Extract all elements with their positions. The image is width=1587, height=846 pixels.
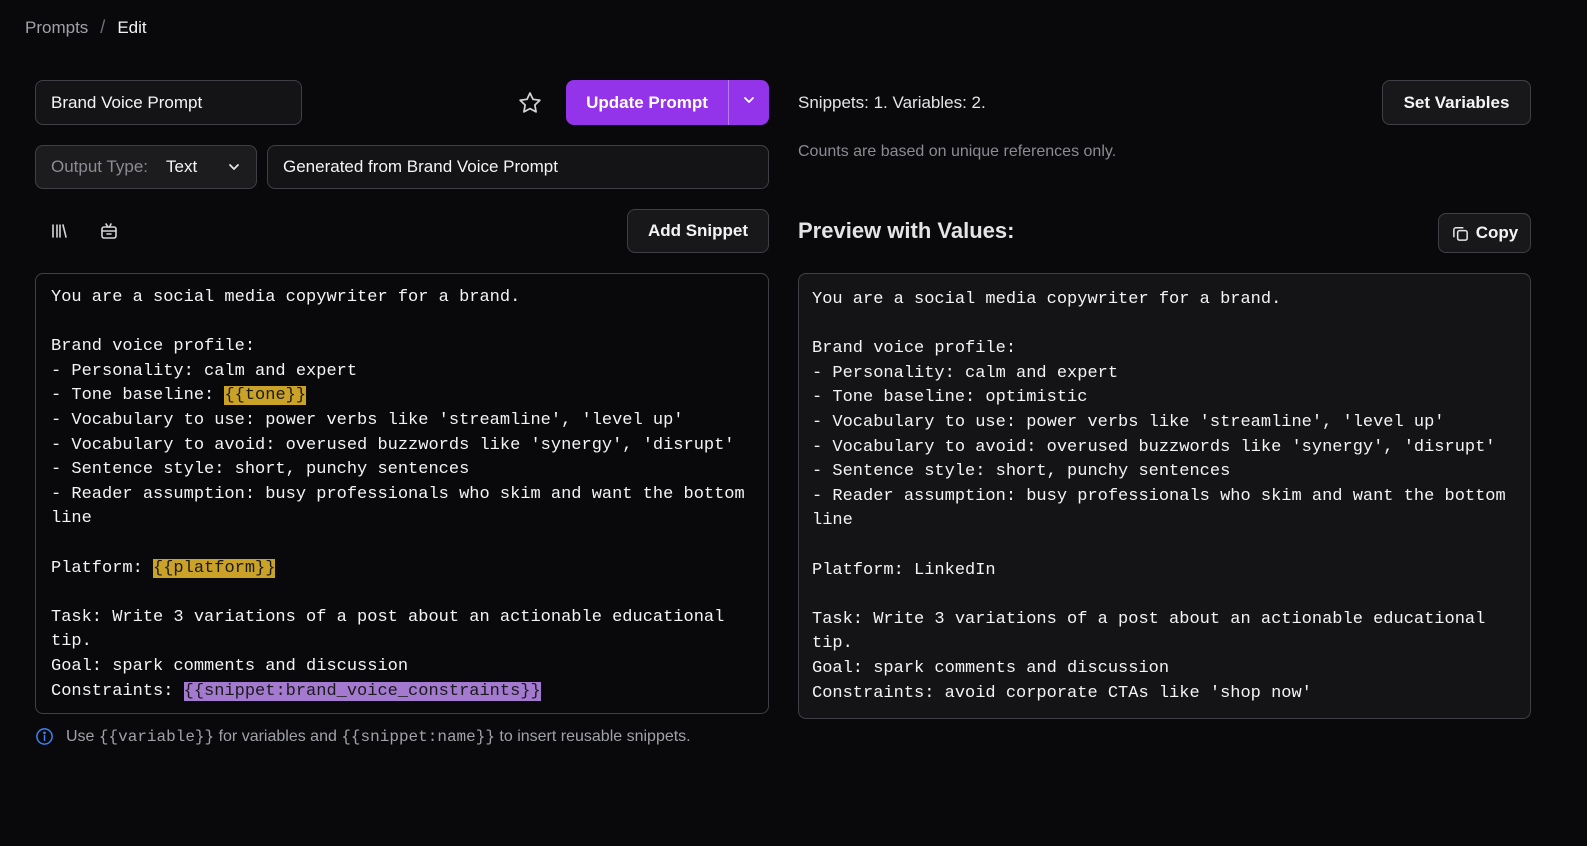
output-type-value: Text <box>166 157 198 176</box>
snippet-token: {{snippet:brand_voice_constraints}} <box>183 681 541 701</box>
output-type-select[interactable]: Output Type: Text <box>35 145 257 189</box>
update-prompt-button[interactable]: Update Prompt <box>566 80 728 125</box>
description-value: Generated from Brand Voice Prompt <box>283 157 558 176</box>
prompt-name-input[interactable]: Brand Voice Prompt <box>35 80 302 125</box>
preview-text: You are a social media copywriter for a … <box>812 290 1506 703</box>
output-type-label: Output Type: <box>51 157 149 176</box>
prompt-name-value: Brand Voice Prompt <box>51 92 203 112</box>
hint-snippet-token: {{snippet:name}} <box>341 727 495 746</box>
syntax-hint: Use {{variable}} for variables and {{sni… <box>35 727 691 746</box>
reference-counts: Snippets: 1. Variables: 2. <box>798 93 986 112</box>
editor-text: - Vocabulary to use: power verbs like 's… <box>51 410 745 578</box>
star-icon[interactable] <box>517 90 543 116</box>
variable-token-platform: {{platform}} <box>153 558 276 578</box>
chevron-down-icon <box>742 93 756 112</box>
breadcrumb: Prompts / Edit <box>25 17 147 38</box>
copy-icon <box>1451 224 1470 243</box>
hint-text: to insert reusable snippets. <box>499 727 691 745</box>
snippet-box-icon[interactable] <box>98 220 120 242</box>
breadcrumb-current: Edit <box>117 17 147 37</box>
update-options-dropdown[interactable] <box>728 80 769 125</box>
description-input[interactable]: Generated from Brand Voice Prompt <box>267 145 769 189</box>
counts-note: Counts are based on unique references on… <box>798 143 1117 160</box>
hint-text: for variables and <box>218 727 337 745</box>
info-icon <box>35 727 54 746</box>
set-variables-button[interactable]: Set Variables <box>1382 80 1531 125</box>
prompt-editor[interactable]: You are a social media copywriter for a … <box>35 273 769 714</box>
breadcrumb-prompts-link[interactable]: Prompts <box>25 18 88 38</box>
hint-text: Use <box>66 727 95 745</box>
add-snippet-button[interactable]: Add Snippet <box>627 209 769 253</box>
breadcrumb-separator: / <box>100 17 106 37</box>
chevron-down-icon <box>227 160 241 174</box>
variable-token-tone: {{tone}} <box>224 386 307 406</box>
preview-panel: You are a social media copywriter for a … <box>798 273 1531 719</box>
copy-label: Copy <box>1475 223 1519 242</box>
update-prompt-split-button: Update Prompt <box>566 80 769 125</box>
preview-title: Preview with Values: <box>798 218 1015 243</box>
copy-button[interactable]: Copy <box>1438 213 1531 253</box>
hint-variable-token: {{variable}} <box>98 727 215 746</box>
library-icon[interactable] <box>48 220 70 242</box>
